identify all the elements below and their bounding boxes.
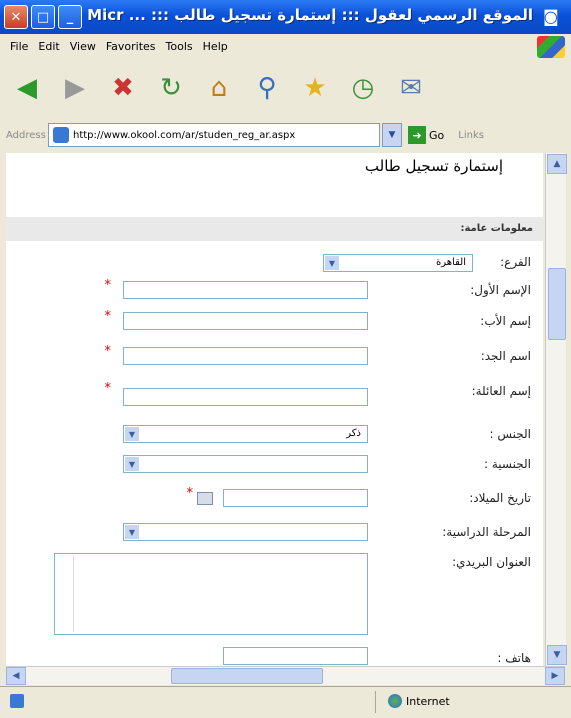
gender-value: ذكر: [346, 428, 361, 439]
address-url: http://www.okool.com/ar/studen_reg_ar.as…: [73, 129, 296, 141]
refresh-icon[interactable]: ↻: [150, 67, 192, 109]
address-label: Address: [6, 129, 46, 141]
father-name-label: إسم الأب:: [480, 314, 531, 328]
security-zone[interactable]: Internet: [388, 694, 450, 708]
ie-window-icon[interactable]: ◙: [543, 7, 563, 27]
page-icon: [53, 127, 69, 143]
vertical-scrollbar[interactable]: ▲ ▼: [545, 153, 567, 666]
chevron-down-icon: ▼: [125, 525, 139, 539]
textarea-scrollbar[interactable]: [57, 556, 74, 632]
required-marker: *: [104, 278, 112, 293]
row-first-name: الإسم الأول: *: [6, 277, 543, 305]
back-icon[interactable]: ◀: [6, 67, 48, 109]
row-stage: المرحلة الدراسية: ▼: [6, 519, 543, 547]
menu-edit[interactable]: Edit: [38, 40, 59, 53]
zone-label: Internet: [406, 694, 450, 708]
row-gender: الجنس : ذكر ▼: [6, 421, 543, 449]
scroll-down-button[interactable]: ▼: [547, 645, 567, 665]
page-viewport: إستمارة تسجيل طالب معلومات عامة: الفرع: …: [6, 153, 543, 666]
row-nationality: الجنسية : ▼: [6, 451, 543, 479]
row-branch: الفرع: القاهرة ▼: [6, 249, 543, 277]
menu-favorites[interactable]: Favorites: [106, 40, 156, 53]
globe-icon: [388, 694, 402, 708]
birth-date-label: تاريخ الميلاد:: [469, 491, 531, 505]
calendar-icon[interactable]: [197, 492, 213, 505]
row-postal-address: العنوان البريدي:: [6, 549, 543, 639]
section-header: معلومات عامة:: [6, 217, 543, 241]
row-next: هاتف :: [6, 643, 543, 666]
first-name-field[interactable]: [123, 281, 368, 299]
branch-select[interactable]: القاهرة ▼: [323, 254, 473, 272]
address-dropdown-button[interactable]: ▼: [382, 123, 402, 147]
first-name-label: الإسم الأول:: [470, 283, 531, 297]
gender-select[interactable]: ذكر ▼: [123, 425, 368, 443]
history-icon[interactable]: ◷: [342, 67, 384, 109]
maximize-button[interactable]: □: [31, 5, 55, 29]
grandfather-name-field[interactable]: [123, 347, 368, 365]
chevron-down-icon: ▼: [125, 457, 139, 471]
links-button[interactable]: Links: [458, 130, 484, 141]
page-status-icon: [10, 694, 24, 708]
next-field[interactable]: [223, 647, 368, 665]
father-name-field[interactable]: [123, 312, 368, 330]
required-marker: *: [104, 309, 112, 324]
go-label: Go: [429, 128, 445, 142]
required-marker: *: [104, 344, 112, 359]
grandfather-name-label: اسم الجد:: [480, 349, 531, 363]
birth-date-field[interactable]: [223, 489, 368, 507]
row-father-name: إسم الأب: *: [6, 308, 543, 336]
vertical-scroll-thumb[interactable]: [548, 268, 566, 340]
branch-label: الفرع:: [500, 255, 531, 269]
family-name-field[interactable]: [123, 388, 368, 406]
family-name-label: إسم العائلة:: [471, 384, 531, 398]
scroll-left-button[interactable]: ◀: [6, 667, 26, 685]
next-field-label: هاتف :: [497, 651, 531, 665]
menu-file[interactable]: File: [10, 40, 28, 53]
page-title: إستمارة تسجيل طالب: [364, 157, 503, 175]
go-arrow-icon: ➜: [408, 126, 426, 144]
gender-label: الجنس :: [489, 427, 531, 441]
stop-icon[interactable]: ✖: [102, 67, 144, 109]
postal-address-label: العنوان البريدي:: [452, 555, 531, 569]
go-button[interactable]: ➜ Go: [408, 126, 444, 144]
menu-view[interactable]: View: [70, 40, 96, 53]
windows-logo-icon: [537, 36, 565, 58]
scroll-right-button[interactable]: ▶: [545, 667, 565, 685]
row-birth-date: تاريخ الميلاد: *: [6, 485, 543, 513]
status-divider: [375, 691, 376, 713]
stage-select[interactable]: ▼: [123, 523, 368, 541]
forward-icon[interactable]: ▶: [54, 67, 96, 109]
status-bar: Internet: [0, 686, 571, 718]
nationality-label: الجنسية :: [484, 457, 531, 471]
address-input[interactable]: http://www.okool.com/ar/studen_reg_ar.as…: [48, 123, 380, 147]
branch-value: القاهرة: [436, 257, 466, 268]
menu-bar: File Edit View Favorites Tools Help: [0, 34, 571, 58]
scroll-up-button[interactable]: ▲: [547, 154, 567, 174]
nationality-select[interactable]: ▼: [123, 455, 368, 473]
section-title: معلومات عامة:: [460, 223, 533, 234]
window-title: الموقع الرسمي لعقول ::: إستمارة تسجيل طا…: [87, 6, 533, 24]
required-marker: *: [186, 486, 194, 501]
menu-help[interactable]: Help: [203, 40, 228, 53]
browser-window: ✕ □ _ الموقع الرسمي لعقول ::: إستمارة تس…: [0, 0, 571, 718]
row-family-name: إسم العائلة: *: [6, 378, 543, 406]
home-icon[interactable]: ⌂: [198, 67, 240, 109]
favorites-icon[interactable]: ★: [294, 67, 336, 109]
close-button[interactable]: ✕: [4, 5, 28, 29]
required-marker: *: [104, 381, 112, 396]
title-bar[interactable]: ✕ □ _ الموقع الرسمي لعقول ::: إستمارة تس…: [0, 0, 571, 34]
row-grandfather-name: اسم الجد: *: [6, 343, 543, 371]
horizontal-scrollbar[interactable]: ◀ ▶: [6, 666, 565, 685]
postal-address-textarea[interactable]: [54, 553, 368, 635]
chevron-down-icon: ▼: [325, 256, 339, 270]
search-icon[interactable]: ⚲: [246, 67, 288, 109]
chevron-down-icon: ▼: [125, 427, 139, 441]
toolbar: ◀ ▶ ✖ ↻ ⌂ ⚲ ★ ◷ ✉: [0, 58, 571, 118]
address-bar: Address http://www.okool.com/ar/studen_r…: [0, 118, 571, 152]
mail-icon[interactable]: ✉: [390, 67, 432, 109]
menu-tools[interactable]: Tools: [166, 40, 193, 53]
stage-label: المرحلة الدراسية:: [442, 525, 531, 539]
horizontal-scroll-thumb[interactable]: [171, 668, 323, 684]
